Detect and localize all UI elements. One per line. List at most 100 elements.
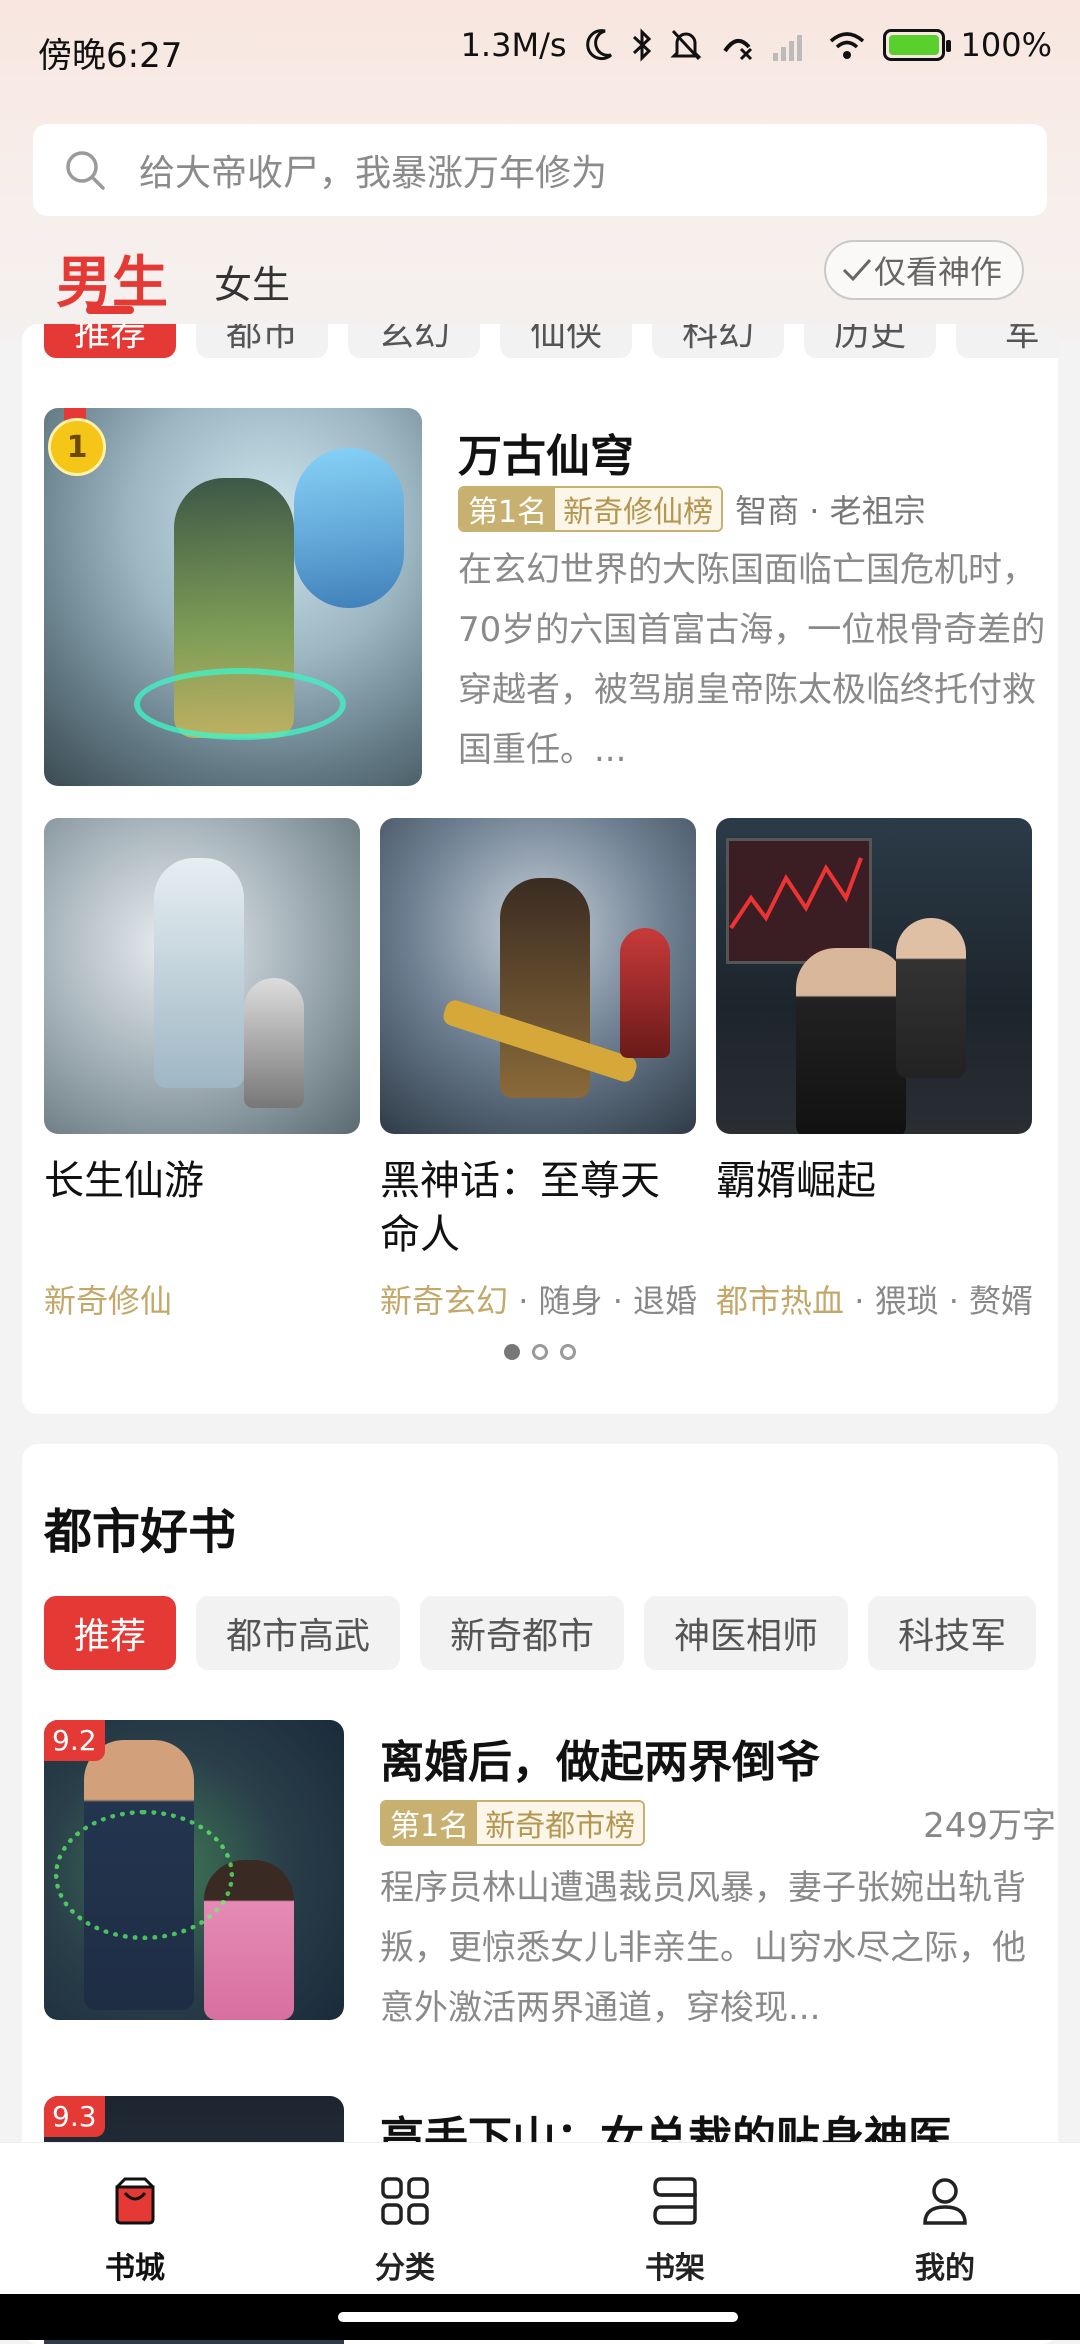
cover-figure-art: [896, 918, 966, 1078]
carousel-pagination: [22, 1344, 1058, 1360]
tab-active-indicator: [86, 306, 134, 314]
nav-label: 我的: [915, 2251, 975, 2286]
carousel-book[interactable]: 霸婿崛起 都市热血 · 猥琐 · 赘婿: [716, 818, 1034, 1322]
featured-book-tags: 智商 · 老祖宗: [735, 492, 926, 530]
rank-position: 第1名: [460, 488, 556, 530]
battery-icon: [882, 29, 951, 61]
rank-medal: 1: [48, 418, 106, 476]
list-item[interactable]: 9.2 离婚后，做起两界倒爷 第1名 新奇都市榜 249万字 程序员林山遭遇裁员…: [44, 1720, 1058, 2030]
subgenre-chip[interactable]: 科技军: [868, 1596, 1037, 1670]
book-title: 离婚后，做起两界倒爷: [380, 1737, 820, 1788]
status-time: 傍晚6:27: [38, 36, 183, 76]
carousel-book[interactable]: 黑神话：至尊天命人 新奇玄幻 · 随身 · 退婚: [380, 818, 698, 1322]
pagination-dot[interactable]: [560, 1344, 576, 1360]
home-indicator[interactable]: [338, 2312, 738, 2322]
status-icons: 1.3M/s 100%: [461, 26, 1052, 64]
tab-female[interactable]: 女生: [214, 254, 290, 309]
search-placeholder: 给大帝收尸，我暴涨万年修为: [139, 153, 608, 194]
genre-chip-row: 推荐 都市 玄幻 仙侠 科幻 历史 军: [44, 324, 1058, 358]
pagination-dot[interactable]: [532, 1344, 548, 1360]
call-off-icon: [722, 39, 752, 61]
nav-label: 分类: [375, 2251, 435, 2286]
cover-figure-art: [620, 928, 670, 1058]
bluetooth-icon: [632, 28, 651, 62]
search-bar[interactable]: 给大帝收尸，我暴涨万年修为: [33, 124, 1047, 216]
word-count: 249万字: [923, 1806, 1056, 1846]
book-cover: [716, 818, 1032, 1134]
book-tag-highlight: 新奇修仙: [44, 1282, 173, 1320]
book-cover: [44, 818, 360, 1134]
moon-icon: [585, 29, 612, 61]
book-tag-highlight: 新奇玄幻: [380, 1282, 509, 1320]
rank-tag: 第1名 新奇都市榜: [380, 1799, 646, 1846]
book-tag-highlight: 都市热血: [716, 1282, 845, 1320]
rank-tag: 第1名 新奇修仙榜: [458, 486, 724, 532]
nav-label: 书架: [645, 2251, 705, 2286]
subgenre-chip-row: 推荐 都市高武 新奇都市 神医相师 科技军: [44, 1596, 1037, 1670]
subgenre-chip[interactable]: 新奇都市: [420, 1596, 625, 1670]
genre-chip[interactable]: 军: [956, 324, 1058, 358]
status-bar: 傍晚6:27 1.3M/s 100%: [0, 0, 1080, 96]
nav-category[interactable]: 分类: [270, 2143, 540, 2295]
profile-icon: [923, 2178, 967, 2225]
book-tags: 新奇玄幻 · 随身 · 退婚: [380, 1276, 698, 1322]
bottom-navigation: 书城 分类 书架 我的: [0, 2142, 1080, 2295]
genre-chip[interactable]: 推荐: [44, 324, 177, 358]
bell-muted-icon: [669, 29, 702, 61]
genre-chip[interactable]: 历史: [804, 324, 937, 358]
score-badge: 9.2: [44, 1720, 105, 1761]
book-tags: 新奇修仙: [44, 1276, 360, 1322]
cover-chart-art: [729, 857, 863, 930]
wifi-icon: [829, 32, 864, 59]
book-description: 程序员林山遭遇裁员风暴，妻子张婉出轨背叛，更惊悉女儿非亲生。山穷水尽之际，他意外…: [380, 1868, 1026, 2028]
genre-chip[interactable]: 科幻: [652, 324, 785, 358]
book-meta: 第1名 新奇都市榜 249万字: [380, 1798, 1056, 1847]
book-title: 黑神话：至尊天命人: [380, 1158, 660, 1258]
nav-bookstore[interactable]: 书城: [0, 2143, 270, 2295]
nav-profile[interactable]: 我的: [810, 2143, 1080, 2295]
rank-position: 第1名: [382, 1801, 478, 1844]
cover-ring-art: [134, 668, 346, 740]
pagination-dot[interactable]: [504, 1344, 520, 1360]
subgenre-chip[interactable]: 神医相师: [644, 1596, 849, 1670]
battery-level: 100%: [960, 26, 1052, 64]
featured-book-cover[interactable]: 1: [44, 408, 422, 786]
cover-dragon-art: [294, 448, 404, 608]
score-badge: 9.3: [44, 2096, 105, 2137]
featured-card: 推荐 都市 玄幻 仙侠 科幻 历史 军 1 万古仙穹 第1名 新奇修仙榜 智商 …: [22, 324, 1058, 1414]
rank-list-name: 新奇都市榜: [477, 1801, 644, 1844]
subgenre-chip[interactable]: 推荐: [44, 1596, 177, 1670]
masterpiece-filter-label: 仅看神作: [873, 253, 1002, 291]
subgenre-chip[interactable]: 都市高武: [196, 1596, 401, 1670]
grid-icon: [381, 2177, 429, 2225]
book-tags: 都市热血 · 猥琐 · 赘婿: [716, 1276, 1034, 1322]
search-icon: [66, 151, 105, 190]
genre-chip[interactable]: 都市: [196, 324, 329, 358]
book-cover: 9.2: [44, 1720, 344, 2020]
featured-book-title[interactable]: 万古仙穹: [458, 420, 634, 484]
cover-figure-art: [796, 948, 906, 1134]
book-tag-rest: · 随身 · 退婚: [508, 1282, 698, 1320]
rank-list-name: 新奇修仙榜: [555, 488, 722, 530]
check-icon: [842, 258, 872, 282]
book-cover: [380, 818, 696, 1134]
bookshelf-icon: [653, 2177, 697, 2225]
book-title: 霸婿崛起: [716, 1158, 876, 1204]
genre-chip[interactable]: 玄幻: [348, 324, 481, 358]
cover-figure-art: [154, 858, 244, 1088]
featured-book-description: 在玄幻世界的大陈国面临亡国危机时，70岁的六国首富古海，一位根骨奇差的穿越者，被…: [458, 550, 1046, 770]
book-tag-rest: · 猥琐 · 赘婿: [844, 1282, 1034, 1320]
genre-chip[interactable]: 仙侠: [500, 324, 633, 358]
featured-book-meta: 第1名 新奇修仙榜 智商 · 老祖宗: [458, 486, 926, 532]
cover-figure-art: [244, 978, 304, 1108]
bookstore-icon: [115, 2177, 155, 2225]
network-speed: 1.3M/s: [460, 26, 567, 64]
nav-label: 书城: [105, 2251, 165, 2286]
carousel-book[interactable]: 长生仙游 新奇修仙: [44, 818, 360, 1322]
signal-icon: [772, 35, 802, 61]
masterpiece-filter-toggle[interactable]: 仅看神作: [823, 240, 1024, 300]
nav-bookshelf[interactable]: 书架: [540, 2143, 810, 2295]
book-title: 长生仙游: [44, 1158, 204, 1204]
section-title: 都市好书: [44, 1504, 237, 1560]
cover-glow-art: [54, 1810, 234, 1940]
